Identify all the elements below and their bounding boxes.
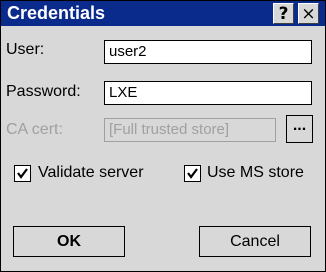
close-button[interactable]: × — [298, 3, 319, 24]
checkmark-icon — [17, 168, 28, 179]
user-input[interactable]: user2 — [104, 40, 312, 64]
cancel-button[interactable]: Cancel — [199, 226, 311, 257]
title-bar: Credentials ? × — [1, 1, 325, 26]
credentials-dialog: Credentials ? × User: user2 Password: LX… — [0, 0, 326, 272]
validate-server-checkbox[interactable] — [14, 165, 31, 182]
dialog-title: Credentials — [7, 3, 106, 23]
user-label: User: — [6, 41, 45, 58]
password-input[interactable]: LXE — [104, 81, 312, 105]
help-button[interactable]: ? — [273, 3, 294, 24]
ok-button[interactable]: OK — [13, 226, 125, 257]
validate-server-label: Validate server — [38, 164, 144, 181]
ca-cert-label: CA cert: — [6, 121, 63, 138]
use-ms-store-label: Use MS store — [207, 164, 304, 181]
checkmark-icon — [187, 168, 198, 179]
ca-cert-browse-button[interactable]: ... — [286, 115, 313, 143]
ca-cert-input: [Full trusted store] — [104, 118, 276, 142]
password-label: Password: — [6, 83, 81, 100]
use-ms-store-checkbox[interactable] — [184, 165, 201, 182]
